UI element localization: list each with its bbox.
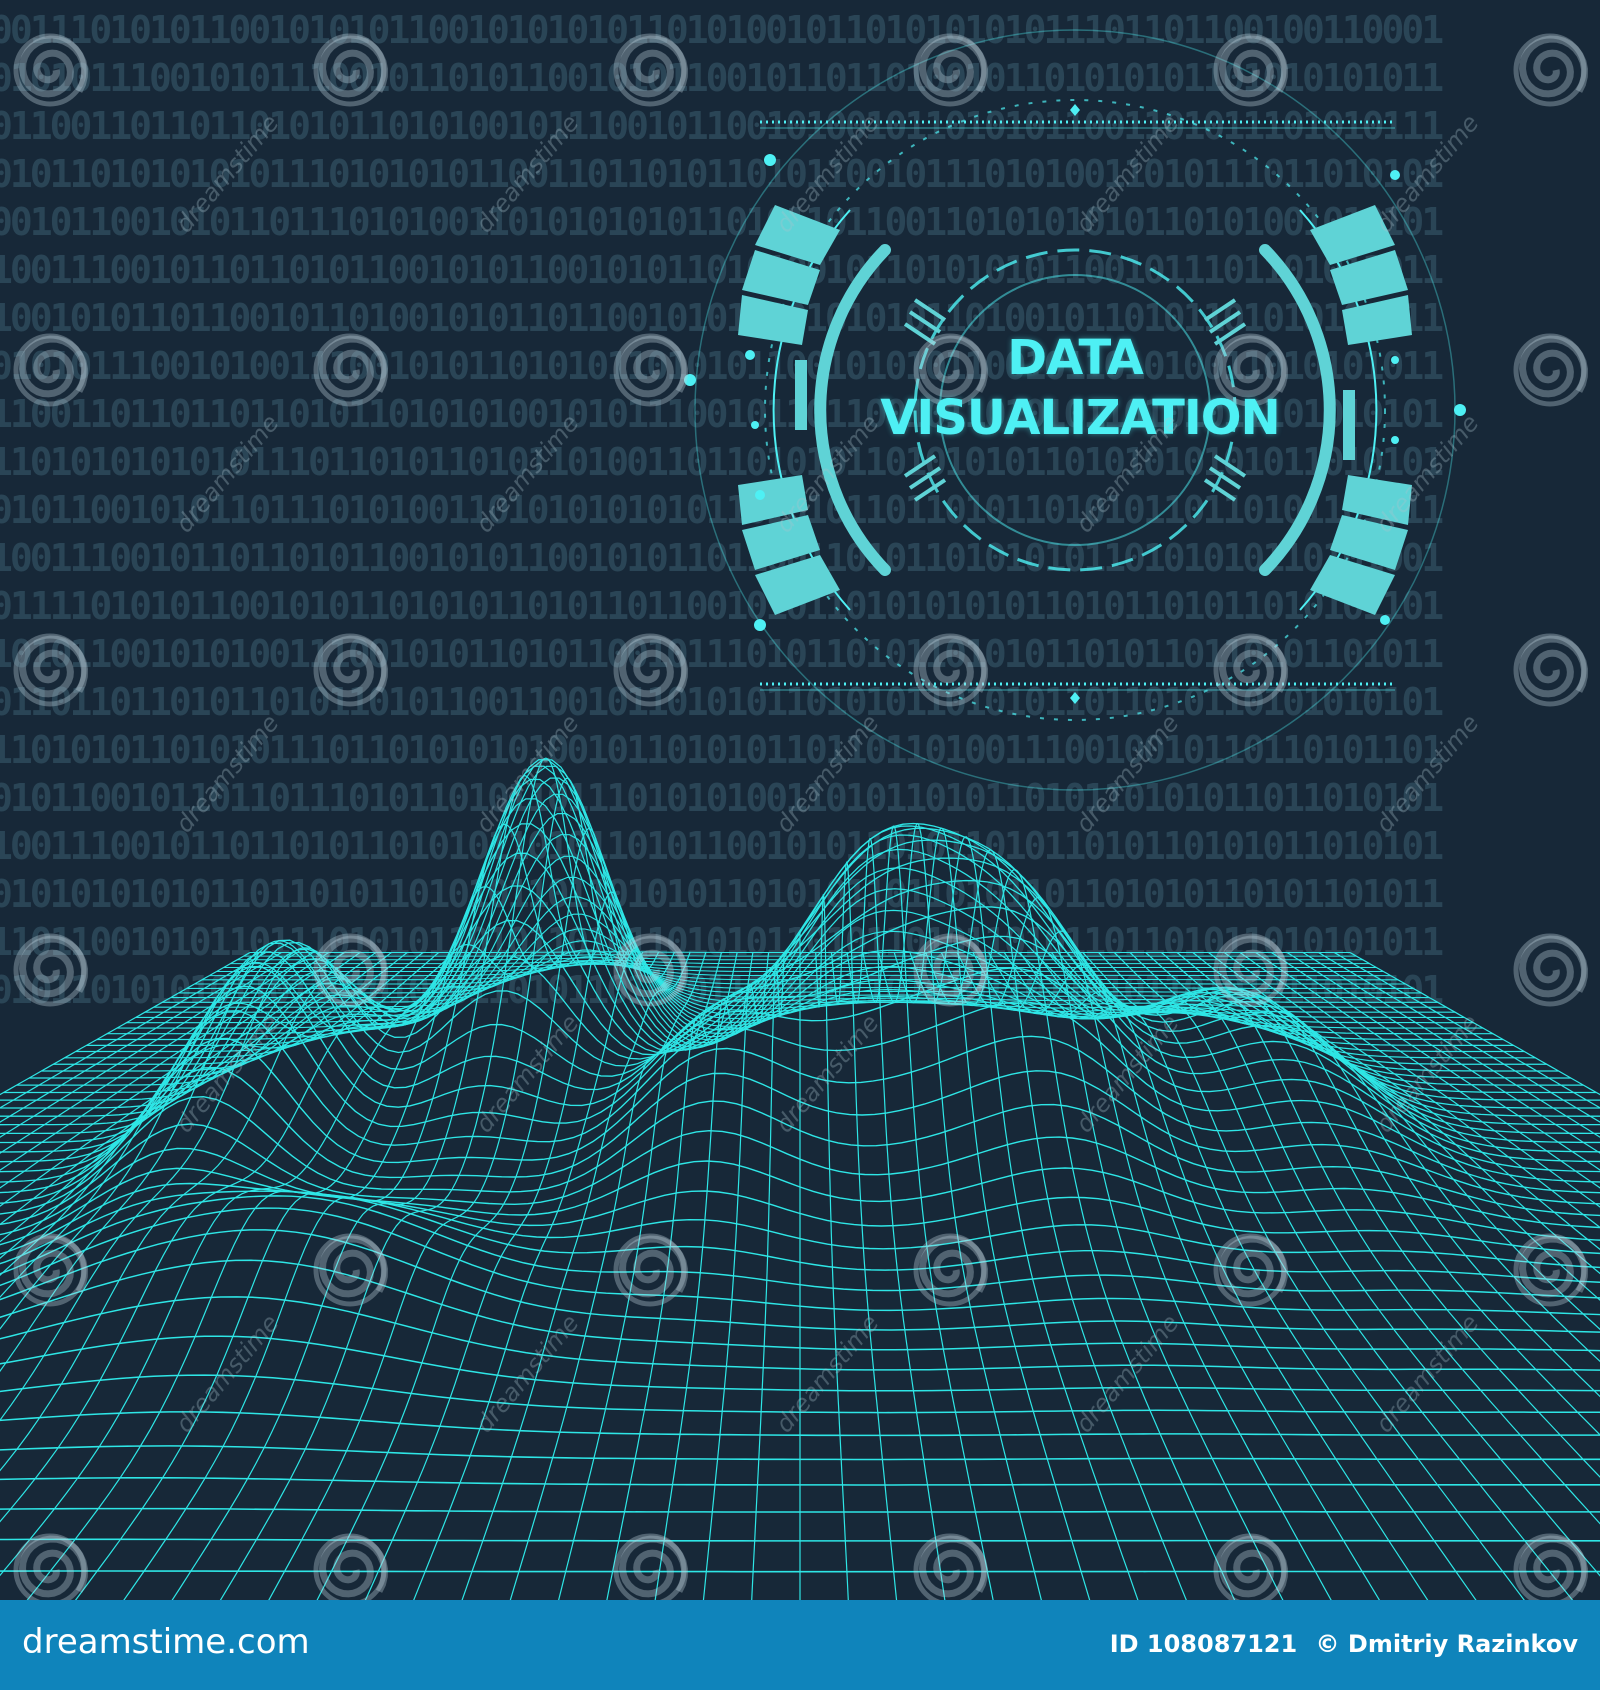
spiral-watermark-icon [1213,1533,1289,1600]
spiral-watermark-icon [1513,1533,1589,1600]
spiral-watermark-icon [1213,633,1289,707]
wireframe-terrain [0,757,1600,1600]
hud-top-diamond [1070,104,1080,116]
spiral-watermark-icon [913,1533,989,1600]
wireframe-line [219,757,612,1600]
spiral-watermark-icon [13,33,89,107]
wireframe-line [558,952,722,1600]
spiral-watermark-icon [13,933,89,1007]
hud-title-line1: DATA [1007,330,1143,386]
hud-bottom-diamond [1070,692,1080,704]
spiral-watermark-icon [13,1233,89,1307]
spiral-watermark-icon [1513,333,1589,407]
spiral-watermark-icon [913,633,989,707]
spiral-watermark-icon [1513,1233,1589,1307]
wireframe-line [830,861,898,1600]
spiral-watermark-icon [313,1533,389,1600]
spiral-watermark-icon [1213,933,1289,1007]
spiral-watermark-icon [313,33,389,107]
spiral-watermark-icon [613,633,689,707]
spiral-watermark-icon [313,633,389,707]
wireframe-line [1333,951,1600,1109]
spiral-watermark-icon [13,333,89,407]
image-id: ID 108087121 [1109,1630,1298,1658]
spiral-watermark-icon [313,333,389,407]
spiral-watermark-icon [313,933,389,1007]
wireframe-line [1035,952,1525,1600]
spiral-watermark-icon [613,1533,689,1600]
wireframe-line [815,894,849,1600]
wireframe-line [751,952,785,1600]
author-credit: © Dmitriy Razinkov [1315,1630,1578,1658]
spiral-watermark-icon [1513,633,1589,707]
illustration-stage: 0011101010110010101011001010101011010100… [0,0,1600,1690]
footer-credit: ID 108087121 © Dmitriy Razinkov [1110,1630,1578,1658]
spiral-watermark-icon [1213,33,1289,107]
spiral-watermark-icon [13,633,89,707]
hud-title-line2: VISUALIZATION [880,390,1280,446]
spiral-watermark-icon [1513,933,1589,1007]
spiral-watermark-icon [913,1233,989,1307]
spiral-watermark-icon [613,333,689,407]
spiral-watermark-icon [913,33,989,107]
spiral-watermark-icon [13,1533,89,1600]
spiral-watermark-icon [1513,33,1589,107]
wireframe-line [1145,952,1600,1363]
footer-bar: dreamstime.com ID 108087121 © Dmitriy Ra… [0,1600,1600,1690]
footer-logo[interactable]: dreamstime.com [22,1622,310,1662]
spiral-watermark-icon [613,1233,689,1307]
spiral-watermark-icon [613,33,689,107]
